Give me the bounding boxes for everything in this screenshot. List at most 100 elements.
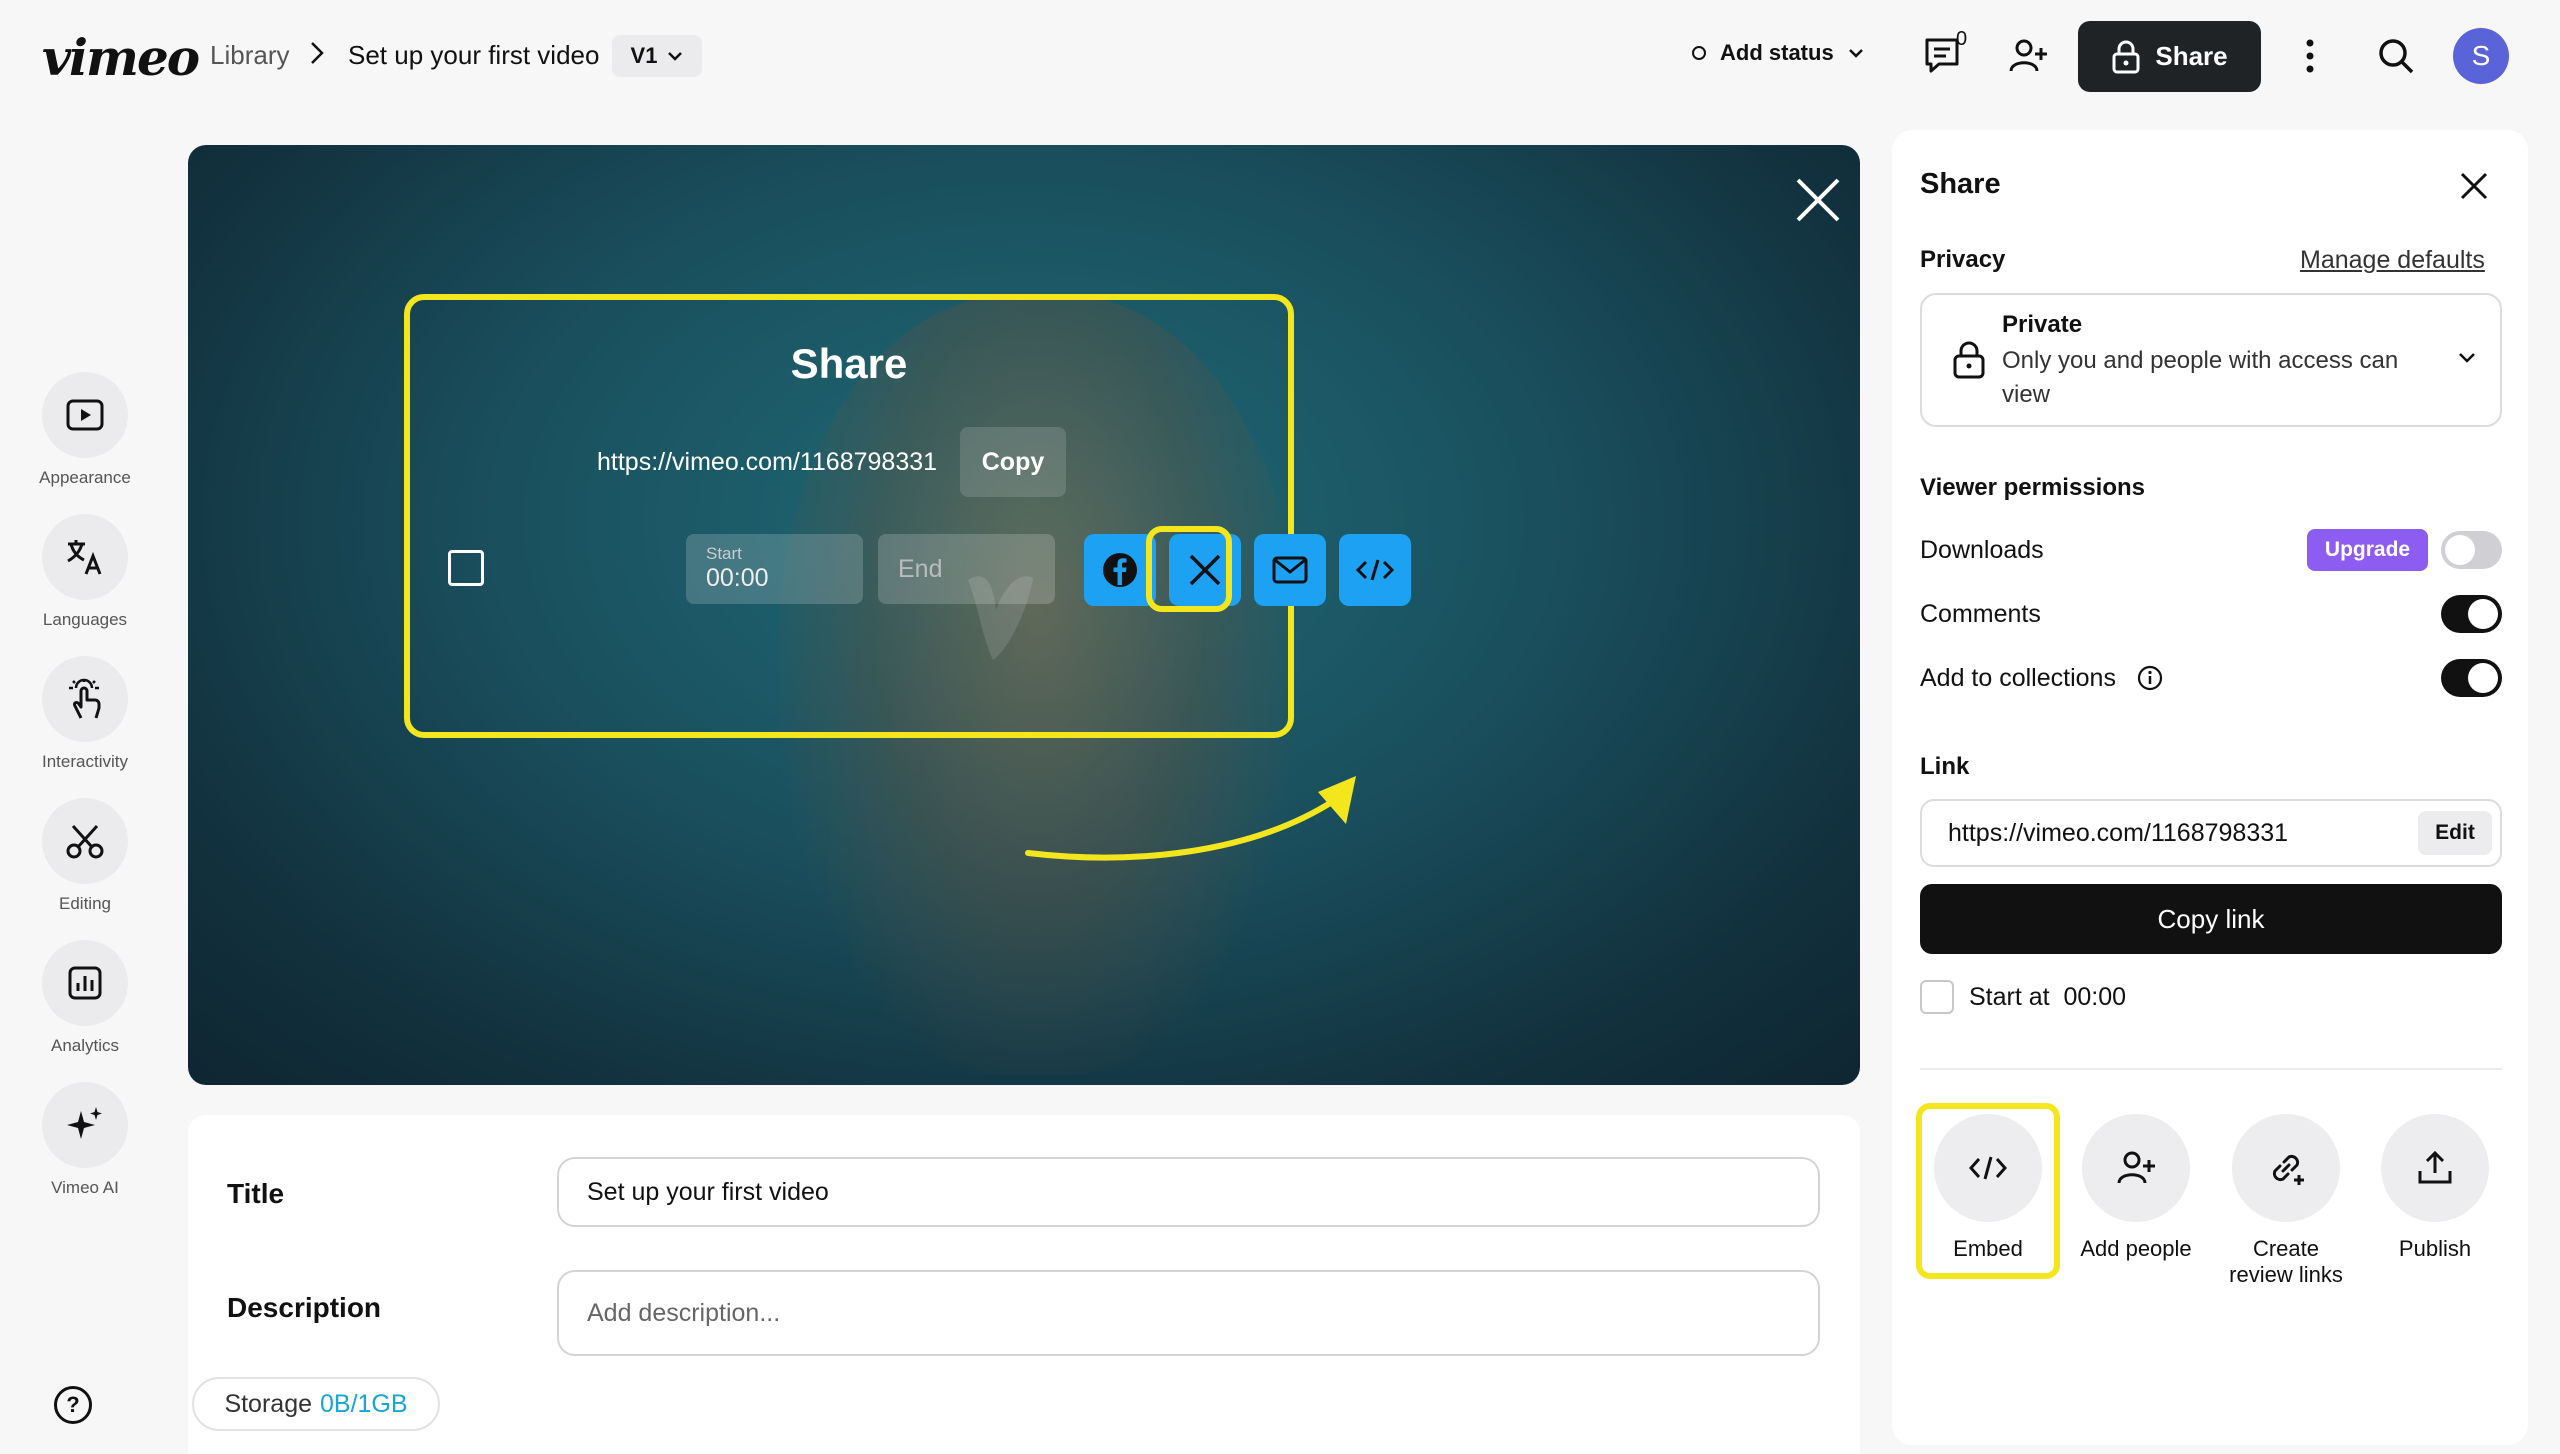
- start-small-label: Start: [706, 544, 742, 563]
- panel-title: Share: [1920, 168, 2001, 200]
- rail-label: Analytics: [50, 1036, 120, 1055]
- more-vertical-icon: [2306, 39, 2314, 73]
- chevron-down-icon: [1848, 49, 1863, 58]
- rail-label: Vimeo AI: [51, 1178, 119, 1197]
- add-user-icon: [2117, 1151, 2155, 1184]
- arrow-annotation-icon: [1025, 776, 1356, 861]
- publish-circle: [2381, 1114, 2489, 1222]
- description-label: Description: [227, 1292, 382, 1323]
- link-label: Link: [1920, 753, 1970, 780]
- interactivity-circle: [42, 656, 128, 742]
- privacy-description: Only you and people with access can view: [2002, 347, 2399, 408]
- create-review-links-action[interactable]: Create review links: [2216, 1114, 2356, 1288]
- embed-highlight-ring: [1146, 526, 1232, 612]
- comments-toggle[interactable]: [2441, 595, 2502, 633]
- rail-label: Interactivity: [42, 752, 128, 771]
- add-people-circle: [2082, 1114, 2190, 1222]
- publish-action[interactable]: Publish: [2365, 1114, 2505, 1262]
- translate-icon: [67, 540, 102, 575]
- link-plus-icon: [2272, 1154, 2304, 1185]
- chevron-down-icon: [2459, 353, 2475, 363]
- lock-icon: [1953, 341, 1985, 379]
- add-status-label: Add status: [1720, 40, 1834, 65]
- rail-interactivity[interactable]: Interactivity: [20, 656, 150, 772]
- close-icon[interactable]: [2458, 170, 2490, 202]
- storage-label: Storage: [224, 1389, 312, 1418]
- add-user-icon: [2009, 39, 2047, 72]
- rail-label: Appearance: [39, 468, 131, 487]
- mail-icon: [1272, 556, 1308, 584]
- review-links-circle: [2232, 1114, 2340, 1222]
- version-label: V1: [630, 43, 658, 68]
- vimeo-logo[interactable]: vimeo: [42, 28, 200, 87]
- add-people-action[interactable]: Add people: [2066, 1114, 2206, 1262]
- start-at-time: 00:00: [2063, 983, 2127, 1011]
- more-options-button[interactable]: [2286, 32, 2334, 80]
- play-screen-icon: [66, 399, 104, 431]
- scissors-icon: [66, 824, 104, 859]
- avatar[interactable]: S: [2453, 28, 2509, 84]
- overlay-start-field[interactable]: Start 00:00: [686, 534, 863, 604]
- downloads-toggle[interactable]: [2441, 531, 2502, 569]
- edit-link-button[interactable]: Edit: [2418, 811, 2492, 855]
- help-button[interactable]: ?: [54, 1386, 92, 1424]
- comments-label: Comments: [1920, 600, 2041, 628]
- rail-languages[interactable]: Languages: [20, 514, 150, 630]
- viewer-permissions-label: Viewer permissions: [1920, 474, 2145, 501]
- collections-toggle[interactable]: [2441, 659, 2502, 697]
- add-to-collections-label: Add to collections: [1920, 664, 2116, 692]
- breadcrumb-library[interactable]: Library: [210, 40, 289, 71]
- email-button[interactable]: [1254, 534, 1326, 606]
- overlay-share-title: Share: [790, 340, 908, 387]
- info-icon[interactable]: [2137, 665, 2163, 691]
- start-at-checkbox[interactable]: [1920, 980, 1954, 1014]
- publish-label: Publish: [2398, 1236, 2472, 1261]
- rail-editing[interactable]: Editing: [20, 798, 150, 914]
- chevron-down-icon: [668, 52, 683, 61]
- privacy-label: Privacy: [1920, 246, 2006, 273]
- rail-analytics[interactable]: Analytics: [20, 940, 150, 1056]
- create-review-links-label: Create review links: [2229, 1236, 2343, 1287]
- overlay-end-field[interactable]: End: [878, 534, 1055, 604]
- close-icon[interactable]: [1788, 170, 1848, 230]
- status-circle-icon: [1692, 46, 1706, 60]
- upload-icon: [2418, 1150, 2452, 1184]
- toggle-knob: [2468, 663, 2498, 693]
- link-field[interactable]: https://vimeo.com/1168798331: [1920, 799, 2502, 867]
- chevron-right-icon: [311, 42, 324, 64]
- overlay-copy-button[interactable]: Copy: [960, 427, 1066, 497]
- share-button-label: Share: [2155, 41, 2228, 71]
- rail-label: Languages: [42, 610, 128, 629]
- tap-hand-icon: [69, 678, 101, 719]
- upgrade-button[interactable]: Upgrade: [2307, 529, 2428, 571]
- add-people-label: Add people: [2080, 1236, 2192, 1261]
- breadcrumb-current: Set up your first video: [348, 40, 600, 70]
- invite-people-button[interactable]: [2004, 32, 2052, 80]
- comment-count: 0: [1956, 28, 1968, 50]
- title-input[interactable]: Set up your first video: [557, 1157, 1820, 1227]
- rail-label: Editing: [59, 894, 111, 913]
- lock-icon: [2112, 40, 2140, 73]
- manage-defaults-link[interactable]: Manage defaults: [2300, 246, 2485, 275]
- analytics-circle: [42, 940, 128, 1026]
- rail-vimeo-ai[interactable]: Vimeo AI: [20, 1082, 150, 1198]
- downloads-label: Downloads: [1920, 536, 2044, 564]
- overlay-url[interactable]: https://vimeo.com/1168798331: [597, 448, 937, 477]
- overlay-embed-button[interactable]: [1339, 534, 1411, 606]
- version-dropdown[interactable]: V1: [612, 35, 702, 77]
- code-icon: [1356, 559, 1394, 581]
- facebook-icon: [1103, 553, 1137, 587]
- divider: [1920, 1068, 2502, 1070]
- overlay-start-checkbox[interactable]: [448, 550, 484, 586]
- appearance-circle: [42, 372, 128, 458]
- search-button[interactable]: [2372, 32, 2420, 80]
- add-status-dropdown[interactable]: Add status: [1692, 40, 1864, 66]
- start-at-text: Start at: [1969, 983, 2050, 1011]
- rail-appearance[interactable]: Appearance: [20, 372, 150, 488]
- description-input[interactable]: Add description...: [557, 1270, 1820, 1356]
- share-button[interactable]: Share: [2078, 21, 2261, 92]
- start-at-label: Start at 00:00: [1969, 983, 2126, 1012]
- search-icon: [2379, 39, 2414, 74]
- toggle-knob: [2468, 599, 2498, 629]
- copy-link-button[interactable]: Copy link: [1920, 884, 2502, 954]
